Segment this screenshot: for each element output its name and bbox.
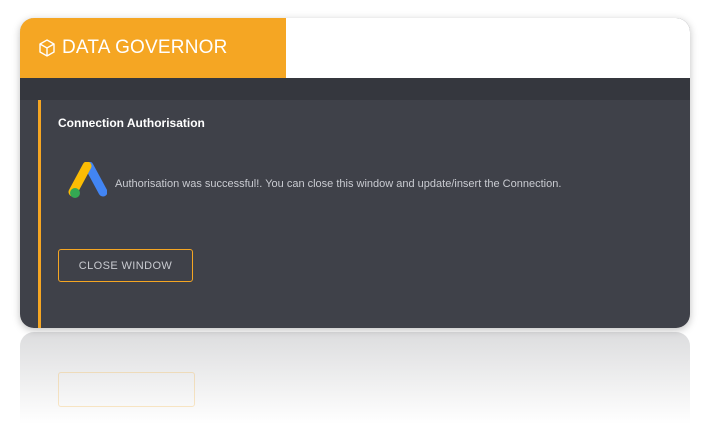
cube-icon <box>36 37 58 59</box>
app-window: DATA GOVERNOR Connection Authorisation A… <box>20 18 690 328</box>
google-ads-icon <box>67 161 108 202</box>
top-bar <box>20 78 690 100</box>
window-reflection <box>20 332 690 424</box>
header: DATA GOVERNOR <box>20 18 690 78</box>
authorisation-panel: Connection Authorisation Authorisation w… <box>38 100 690 328</box>
panel-title: Connection Authorisation <box>58 116 205 130</box>
success-message: Authorisation was successful!. You can c… <box>115 178 562 190</box>
reflection-button-ghost <box>58 372 195 407</box>
brand-bar: DATA GOVERNOR <box>20 18 286 78</box>
app-title: DATA GOVERNOR <box>62 37 228 58</box>
close-window-button[interactable]: CLOSE WINDOW <box>58 249 193 282</box>
